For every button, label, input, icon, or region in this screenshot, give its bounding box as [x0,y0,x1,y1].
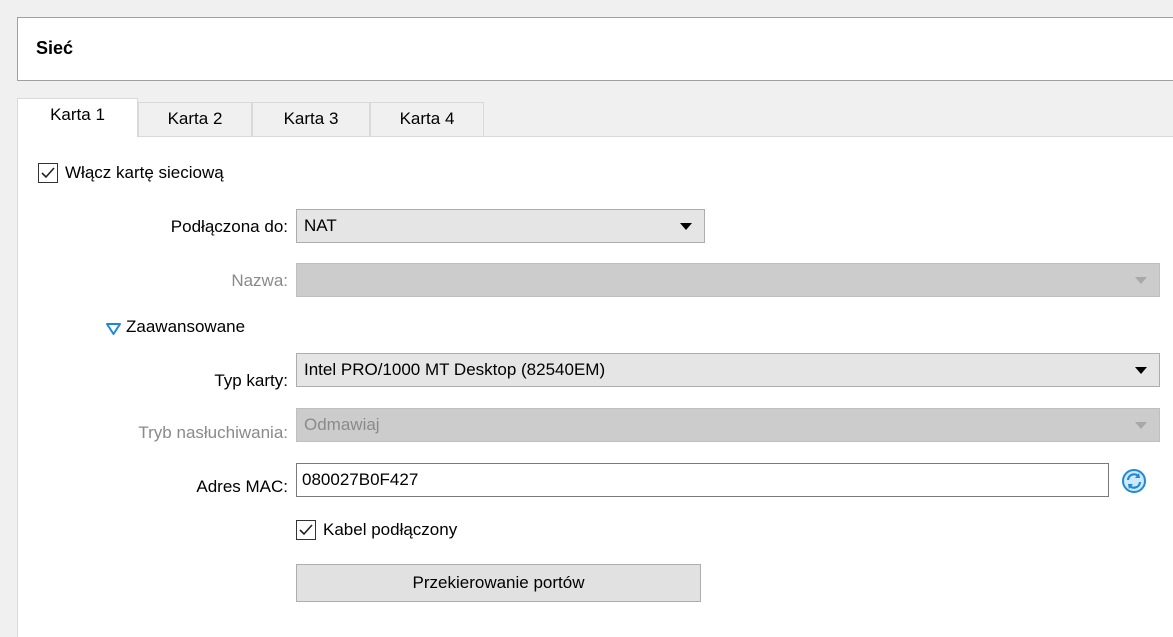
tab-panel: Włącz kartę sieciową Podłączona do: NAT … [17,136,1173,637]
checkmark-icon [41,167,55,179]
mac-address-value: 080027B0F427 [302,470,419,489]
advanced-toggle-label[interactable]: Zaawansowane [126,317,245,337]
chevron-down-icon [1135,367,1147,374]
adapter-type-value: Intel PRO/1000 MT Desktop (82540EM) [304,360,606,379]
adapter-type-select[interactable]: Intel PRO/1000 MT Desktop (82540EM) [296,353,1160,387]
mac-address-label: Adres MAC: [196,477,288,496]
attached-to-select[interactable]: NAT [296,209,705,243]
tab-karta-2[interactable]: Karta 2 [138,102,252,136]
promiscuous-mode-label: Tryb nasłuchiwania: [138,423,288,442]
tab-bar: Karta 1 Karta 2 Karta 3 Karta 4 [17,98,1173,137]
chevron-down-icon [680,223,692,230]
section-title: Sieć [36,38,74,58]
chevron-down-icon [1135,277,1147,284]
tab-karta-4[interactable]: Karta 4 [370,102,484,136]
cable-connected-checkbox[interactable] [296,520,316,540]
adapter-type-label: Typ karty: [214,371,288,390]
chevron-down-icon [1135,422,1147,429]
tab-karta-1[interactable]: Karta 1 [17,98,138,137]
section-header: Sieć [17,17,1173,81]
settings-page: Sieć Karta 1 Karta 2 Karta 3 Karta 4 Włą… [0,0,1173,637]
enable-adapter-checkbox[interactable] [38,163,58,183]
enable-adapter-label: Włącz kartę sieciową [65,163,224,182]
mac-address-input[interactable]: 080027B0F427 [296,463,1109,497]
name-label: Nazwa: [231,271,288,290]
promiscuous-mode-select[interactable]: Odmawiaj [296,408,1160,442]
refresh-icon[interactable] [1121,468,1147,494]
port-forwarding-button[interactable]: Przekierowanie portów [296,564,701,602]
attached-to-value: NAT [304,216,337,235]
checkmark-icon [299,524,313,536]
triangle-down-icon[interactable] [106,320,121,335]
promiscuous-mode-value: Odmawiaj [304,415,380,434]
name-select[interactable] [296,263,1160,297]
attached-to-label: Podłączona do: [170,217,288,236]
cable-connected-label: Kabel podłączony [323,520,458,539]
tab-karta-3[interactable]: Karta 3 [252,102,370,136]
